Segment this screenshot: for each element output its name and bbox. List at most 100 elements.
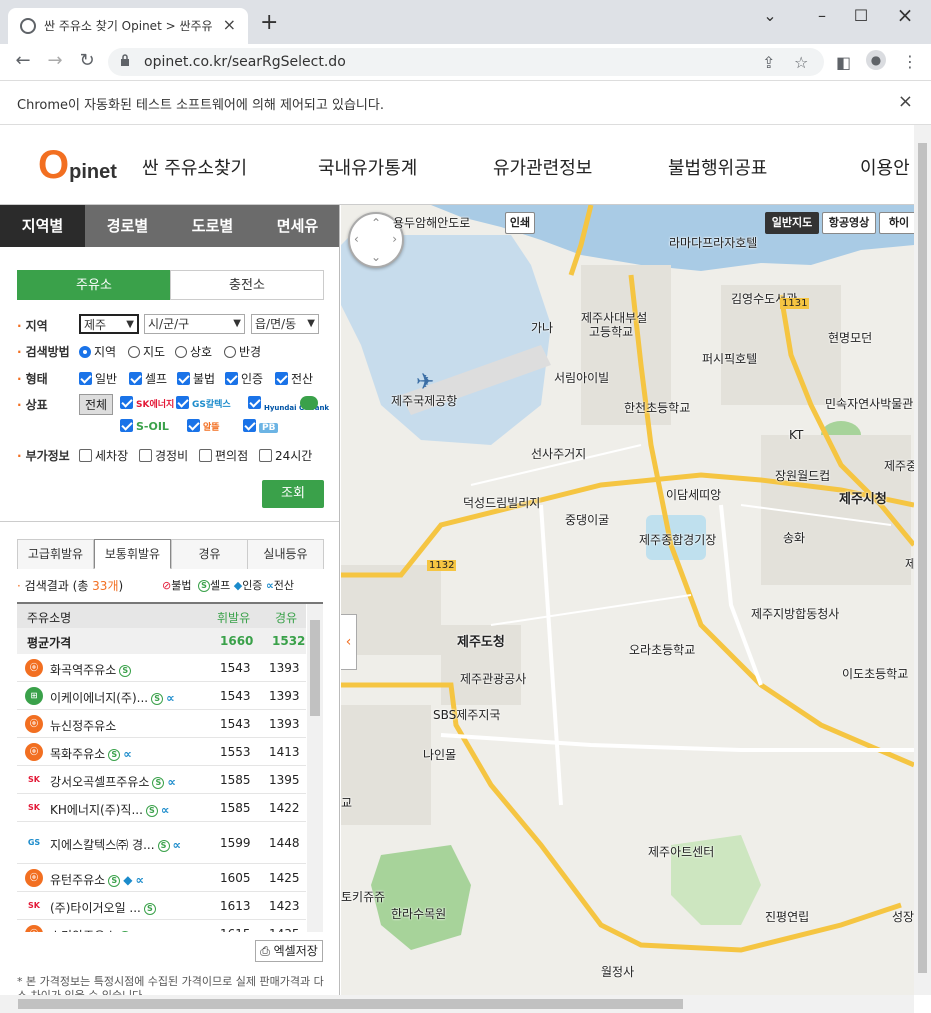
tab-regular-gasoline[interactable]: 보통휘발유	[94, 539, 171, 569]
station-name-link[interactable]: 지에스칼텍스㈜ 경... S ∝	[50, 836, 208, 853]
type-self-checkbox[interactable]: 셀프	[129, 370, 167, 387]
browser-tab[interactable]: 싼 주유소 찾기 Opinet > 싼주유 ×	[8, 8, 248, 44]
station-name-link[interactable]: 이케이에너지(주)... S ∝	[50, 689, 208, 706]
method-map-radio[interactable]: 지도	[128, 343, 165, 360]
map-view[interactable]: ⌃ ‹ › ⌄ 인쇄 일반지도 항공영상 하이 ✈ 용두암해안도로 라마다프라자…	[341, 205, 914, 995]
brand-logo-icon: ⓞ	[25, 715, 43, 733]
brand-altteul-checkbox[interactable]: 알뜰	[187, 419, 220, 433]
nav-domestic-stats[interactable]: 국내유가통계	[318, 154, 417, 180]
charging-station-button[interactable]: 충전소	[170, 270, 324, 300]
table-row[interactable]: ⓞ 목화주유소 S ∝ 1553 1413	[17, 738, 306, 766]
brand-all-button[interactable]: 전체	[79, 394, 114, 415]
omnibox[interactable]: opinet.co.kr/searRgSelect.do ⇪ ☆	[108, 48, 824, 76]
method-radius-radio[interactable]: 반경	[224, 343, 261, 360]
tab-tax-free[interactable]: 면세유	[255, 205, 339, 247]
table-row[interactable]: SK 강서오곡셀프주유소 S ∝ 1585 1395	[17, 766, 306, 794]
method-name-radio[interactable]: 상호	[175, 343, 212, 360]
nav-cheap-station[interactable]: 싼 주유소찾기	[142, 154, 247, 180]
tab-diesel[interactable]: 경유	[171, 539, 248, 569]
extra-store-checkbox[interactable]: 편의점	[199, 447, 248, 464]
table-row[interactable]: SK (주)타이거오일 ... S 1613 1423	[17, 892, 306, 920]
chevron-left-icon[interactable]: ‹	[354, 232, 359, 246]
new-tab-button[interactable]: +	[260, 12, 278, 34]
panel-collapse-button[interactable]: ‹	[341, 614, 357, 670]
share-icon[interactable]: ⇪	[762, 53, 775, 72]
brand-pb-checkbox[interactable]: PB	[243, 419, 279, 433]
menu-icon[interactable]: ⋮	[902, 52, 918, 71]
table-row[interactable]: GS 지에스칼텍스㈜ 경... S ∝ 1599 1448	[17, 822, 306, 864]
method-region-radio[interactable]: 지역	[79, 343, 116, 360]
profile-icon[interactable]: ●	[866, 50, 886, 70]
scroll-thumb[interactable]	[18, 999, 683, 1009]
table-row[interactable]: SK KH에너지(주)직... S ∝ 1585 1422	[17, 794, 306, 822]
brand-gs-checkbox[interactable]: GS칼텍스	[176, 396, 231, 410]
back-icon[interactable]: ←	[12, 50, 34, 71]
sigungu-select[interactable]: 시/군/구 ▼	[144, 314, 245, 334]
extra-24h-checkbox[interactable]: 24시간	[259, 447, 312, 464]
opinet-logo[interactable]: Opinet	[38, 143, 117, 188]
extra-carwash-checkbox[interactable]: 세차장	[79, 447, 128, 464]
close-window-button[interactable]: ×	[895, 3, 915, 27]
tab-kerosene[interactable]: 실내등유	[247, 539, 324, 569]
page-vertical-scrollbar[interactable]	[914, 125, 931, 995]
type-computerized-checkbox[interactable]: 전산	[275, 370, 313, 387]
brand-sk-checkbox[interactable]: SK에너지	[120, 396, 174, 410]
tab-route[interactable]: 경로별	[85, 205, 170, 247]
col-gasoline[interactable]: 휘발유	[217, 609, 250, 626]
diesel-price: 1393	[269, 689, 300, 703]
brand-hyundai-checkbox[interactable]: Hyundai Oilbank	[248, 396, 329, 412]
type-certified-checkbox[interactable]: 인증	[225, 370, 263, 387]
close-infobar-icon[interactable]: ×	[898, 91, 913, 112]
station-name-link[interactable]: 뉴신정주유소	[50, 717, 208, 734]
brand-soil-checkbox[interactable]: S-OIL	[120, 419, 169, 433]
type-normal-checkbox[interactable]: 일반	[79, 370, 117, 387]
aerial-map-button[interactable]: 항공영상	[822, 212, 876, 234]
excel-save-button[interactable]: ⎙ 엑셀저장	[255, 940, 323, 962]
station-name-link[interactable]: KH에너지(주)직... S ∝	[50, 801, 208, 818]
table-row[interactable]: ⓞ 소리안주유소S 1615 1435	[17, 920, 306, 932]
hybrid-map-button[interactable]: 하이	[879, 212, 914, 234]
sidebar-icon[interactable]: ◧	[836, 53, 851, 72]
nav-guide[interactable]: 이용안	[860, 154, 910, 180]
scroll-thumb[interactable]	[310, 620, 320, 716]
extra-maintenance-checkbox[interactable]: 경정비	[139, 447, 188, 464]
normal-map-button[interactable]: 일반지도	[765, 212, 819, 234]
station-name-link[interactable]: 강서오곡셀프주유소 S ∝	[50, 773, 208, 790]
station-name-link[interactable]: (주)타이거오일 ... S	[50, 899, 208, 916]
station-name-link[interactable]: 목화주유소 S ∝	[50, 745, 208, 762]
table-row[interactable]: ⊞ 이케이에너지(주)... S ∝ 1543 1393	[17, 682, 306, 710]
print-button[interactable]: 인쇄	[505, 212, 535, 234]
page-horizontal-scrollbar[interactable]	[0, 995, 914, 1013]
chevron-up-icon[interactable]: ⌃	[371, 216, 381, 230]
station-name-link[interactable]: 화곡역주유소 S	[50, 661, 208, 678]
close-tab-icon[interactable]: ×	[223, 15, 236, 34]
tab-premium-gasoline[interactable]: 고급휘발유	[17, 539, 94, 569]
minimize-button[interactable]: –	[812, 6, 832, 25]
scroll-thumb[interactable]	[918, 143, 927, 973]
station-name-link[interactable]: 유턴주유소 S ◆ ∝	[50, 871, 208, 888]
lock-icon[interactable]	[120, 54, 130, 66]
extra-maintenance-label: 경정비	[155, 449, 189, 463]
tab-road[interactable]: 도로별	[170, 205, 255, 247]
forward-icon[interactable]: →	[44, 50, 66, 71]
chevron-right-icon[interactable]: ›	[392, 232, 397, 246]
nav-oil-info[interactable]: 유가관련정보	[493, 154, 592, 180]
col-diesel[interactable]: 경유	[275, 609, 297, 626]
gas-station-button[interactable]: 주유소	[17, 270, 171, 300]
table-row[interactable]: ⓞ 유턴주유소 S ◆ ∝ 1605 1425	[17, 864, 306, 892]
type-illegal-checkbox[interactable]: 불법	[177, 370, 215, 387]
search-button[interactable]: 조회	[262, 480, 324, 508]
chevron-down-icon[interactable]: ⌄	[371, 250, 381, 264]
sido-select[interactable]: 제주 ▼	[79, 314, 139, 334]
table-row[interactable]: ⓞ 화곡역주유소 S 1543 1393	[17, 654, 306, 682]
tab-region[interactable]: 지역별	[0, 205, 85, 247]
chevron-down-icon[interactable]: ⌄	[760, 6, 780, 25]
table-row[interactable]: ⓞ 뉴신정주유소 1543 1393	[17, 710, 306, 738]
reload-icon[interactable]: ↻	[76, 50, 98, 71]
table-scrollbar[interactable]	[307, 604, 323, 932]
dong-select[interactable]: 읍/면/동 ▼	[251, 314, 319, 334]
station-name-link[interactable]: 소리안주유소S	[50, 927, 208, 932]
star-icon[interactable]: ☆	[794, 53, 808, 72]
nav-illegal-disclosure[interactable]: 불법행위공표	[668, 154, 767, 180]
maximize-button[interactable]: ☐	[851, 6, 871, 25]
